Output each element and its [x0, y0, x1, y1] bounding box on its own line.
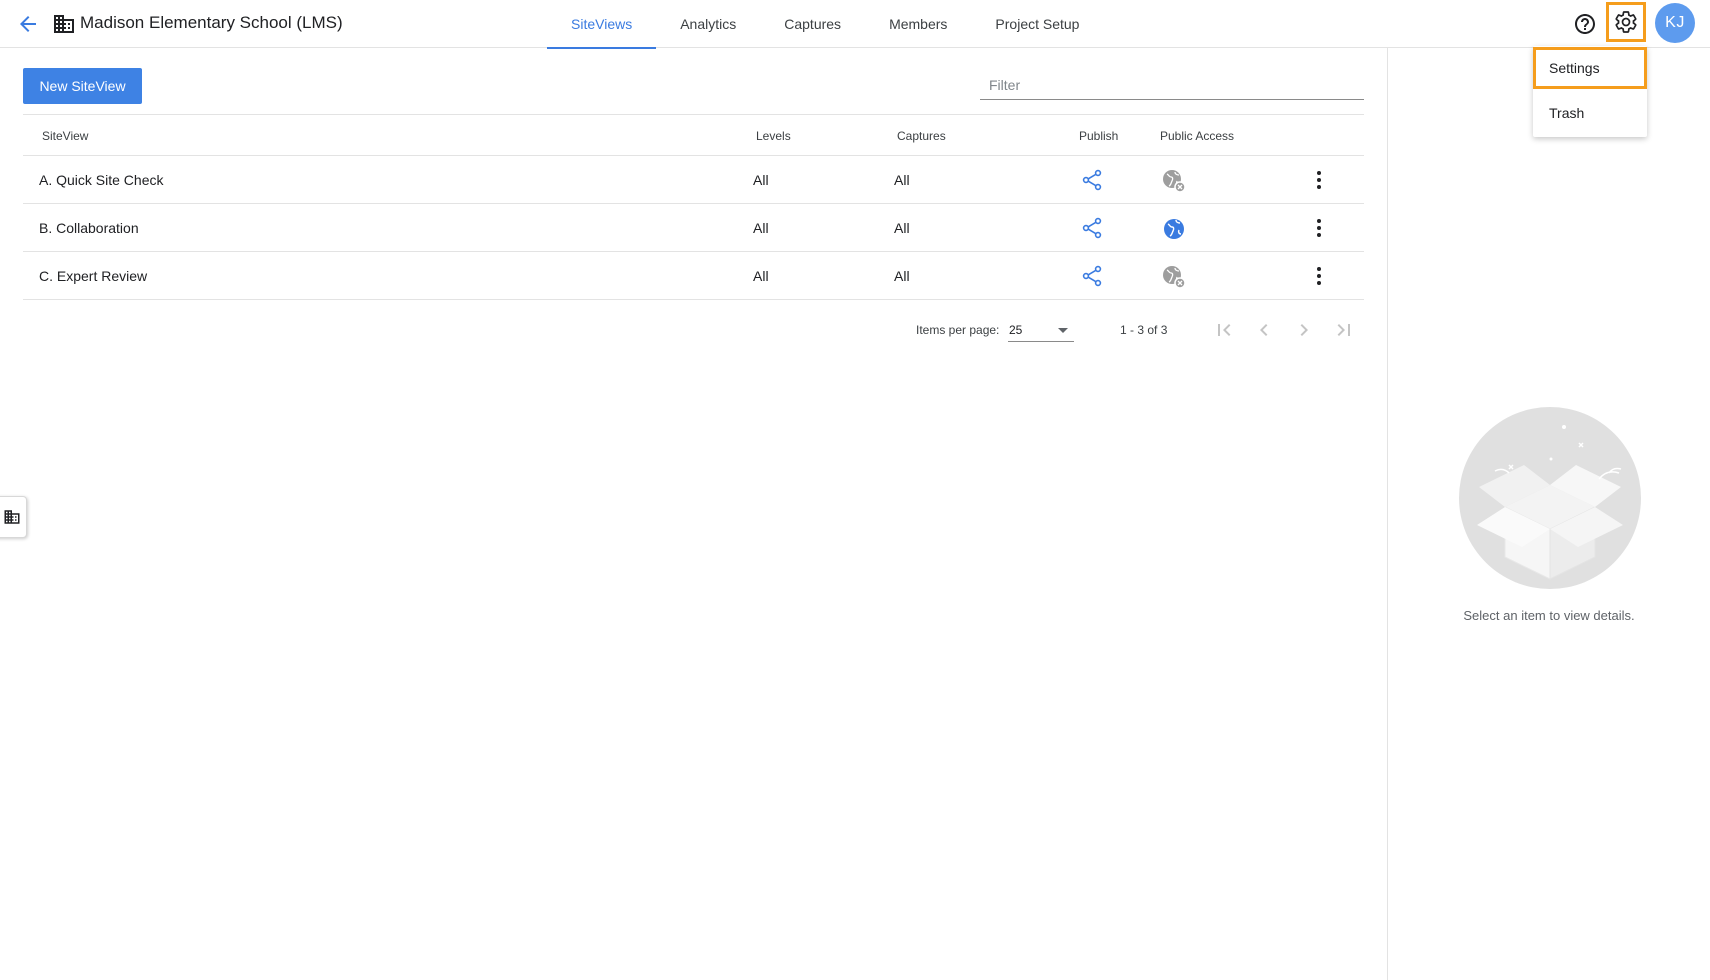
filter-input[interactable] — [980, 70, 1364, 100]
more-vertical-icon[interactable] — [1307, 216, 1331, 240]
column-header-siteview[interactable]: SiteView — [42, 129, 88, 143]
settings-gear-button[interactable] — [1606, 2, 1646, 42]
table-row[interactable]: A. Quick Site Check All All — [23, 156, 1364, 204]
levels-value: All — [753, 220, 769, 236]
items-per-page-value: 25 — [1009, 323, 1023, 337]
back-arrow-icon[interactable] — [16, 12, 40, 36]
globe-icon[interactable] — [1161, 216, 1187, 242]
user-avatar[interactable]: KJ — [1655, 3, 1695, 43]
building-icon — [4, 510, 19, 524]
paginator: Items per page: 25 1 - 3 of 3 — [916, 318, 1364, 342]
items-per-page-label: Items per page: — [916, 323, 1000, 337]
column-header-levels[interactable]: Levels — [756, 129, 791, 143]
menu-item-settings[interactable]: Settings — [1533, 47, 1647, 89]
siteviews-table: SiteView Levels Captures Publish Public … — [23, 114, 1364, 300]
column-header-public-access: Public Access — [1160, 129, 1235, 143]
help-circle-icon[interactable] — [1573, 12, 1597, 36]
tab-project-setup[interactable]: Project Setup — [971, 0, 1103, 48]
siteview-name: C. Expert Review — [39, 268, 148, 284]
tab-members[interactable]: Members — [865, 0, 971, 48]
gear-icon — [1615, 11, 1637, 33]
side-panel-toggle[interactable] — [0, 496, 27, 538]
table-header: SiteView Levels Captures Publish Public … — [23, 114, 1364, 156]
share-icon[interactable] — [1080, 264, 1104, 288]
table-row[interactable]: B. Collaboration All All — [23, 204, 1364, 252]
settings-dropdown-menu: Settings Trash — [1533, 46, 1647, 137]
project-title: Madison Elementary School (LMS) — [80, 13, 343, 32]
empty-detail-text: Select an item to view details. — [1463, 608, 1635, 623]
new-siteview-button[interactable]: New SiteView — [23, 68, 142, 104]
column-header-captures[interactable]: Captures — [897, 129, 946, 143]
page-range-label: 1 - 3 of 3 — [1120, 323, 1168, 337]
detail-panel-divider — [1387, 48, 1388, 980]
captures-value: All — [894, 220, 910, 236]
previous-page-icon[interactable] — [1252, 318, 1276, 342]
building-icon — [54, 15, 74, 33]
table-row[interactable]: C. Expert Review All All — [23, 252, 1364, 300]
nav-tabs: SiteViews Analytics Captures Members Pro… — [547, 0, 1103, 49]
more-vertical-icon[interactable] — [1307, 168, 1331, 192]
globe-off-icon[interactable] — [1161, 264, 1187, 290]
last-page-icon[interactable] — [1332, 318, 1356, 342]
globe-off-icon[interactable] — [1161, 168, 1187, 194]
column-header-publish: Publish — [1079, 129, 1119, 143]
share-icon[interactable] — [1080, 216, 1104, 240]
first-page-icon[interactable] — [1212, 318, 1236, 342]
siteview-name: A. Quick Site Check — [39, 172, 164, 188]
share-icon[interactable] — [1080, 168, 1104, 192]
top-bar: Madison Elementary School (LMS) SiteView… — [0, 0, 1710, 49]
caret-down-icon — [1058, 328, 1068, 333]
more-vertical-icon[interactable] — [1307, 264, 1331, 288]
menu-item-trash[interactable]: Trash — [1533, 92, 1647, 134]
levels-value: All — [753, 172, 769, 188]
levels-value: All — [753, 268, 769, 284]
captures-value: All — [894, 172, 910, 188]
captures-value: All — [894, 268, 910, 284]
siteview-name: B. Collaboration — [39, 220, 139, 236]
items-per-page-select[interactable]: 25 — [1008, 318, 1074, 342]
tab-siteviews[interactable]: SiteViews — [547, 0, 657, 49]
empty-box-illustration — [1459, 407, 1641, 589]
tab-captures[interactable]: Captures — [760, 0, 865, 48]
next-page-icon[interactable] — [1292, 318, 1316, 342]
tab-analytics[interactable]: Analytics — [656, 0, 760, 48]
